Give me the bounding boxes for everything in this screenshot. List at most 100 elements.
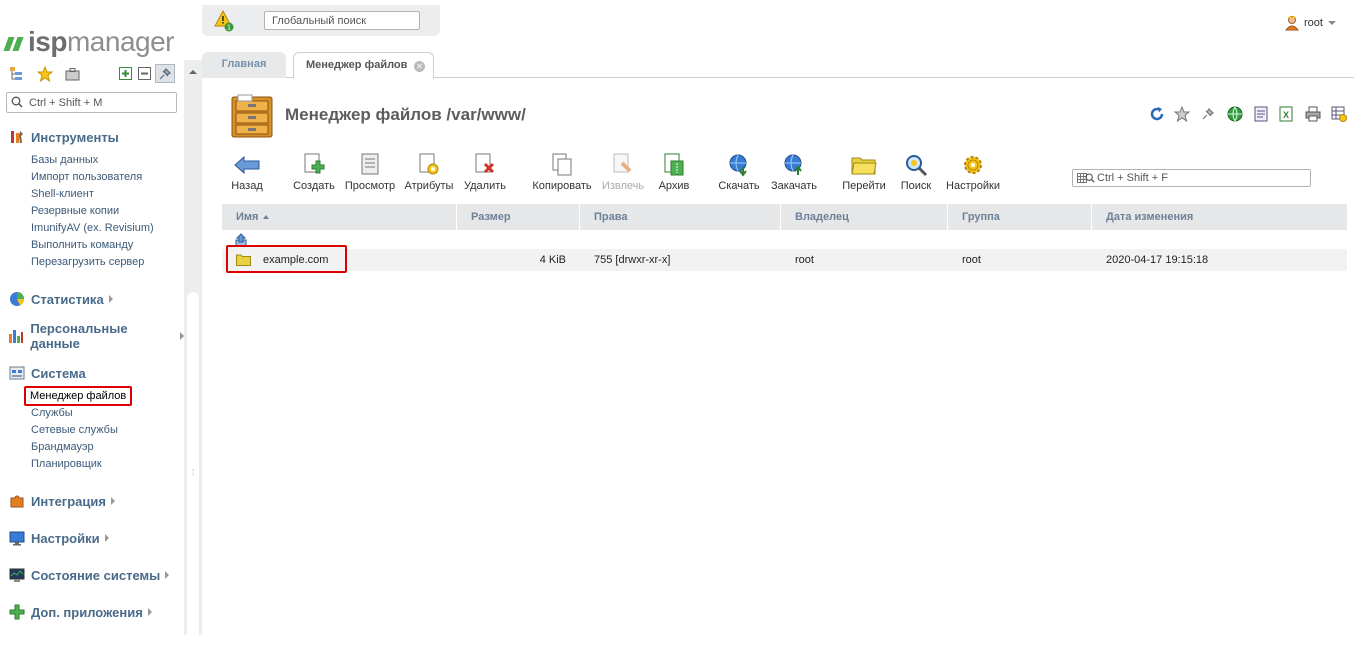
briefcase-icon[interactable]	[64, 65, 81, 82]
button-label: Закачать	[770, 180, 818, 192]
sidebar-scrollbar[interactable]: ⁞	[184, 60, 202, 656]
pin-icon[interactable]	[155, 64, 175, 83]
sidebar-item-reboot-server[interactable]: Перезагрузить сервер	[8, 254, 184, 271]
menu-search-field[interactable]	[6, 92, 177, 113]
sidebar-item-shell-client[interactable]: Shell-клиент	[8, 186, 184, 203]
download-icon	[729, 154, 747, 177]
alert-count-badge: 1	[227, 25, 231, 32]
sidebar: ispmanager Инструменты Базы да	[0, 0, 184, 635]
table-filter-input[interactable]	[1097, 171, 1302, 185]
delete-icon	[475, 153, 495, 174]
column-header-modified[interactable]: Дата изменения	[1092, 204, 1347, 230]
table-header: Имя Размер Права Владелец Группа Дата из…	[222, 204, 1347, 230]
column-header-name[interactable]: Имя	[222, 204, 457, 230]
tab-label: Главная	[221, 58, 267, 70]
sidebar-item-databases[interactable]: Базы данных	[8, 152, 184, 169]
modified-cell: 2020-04-17 19:15:18	[1106, 254, 1209, 266]
button-label: Поиск	[900, 180, 932, 192]
table-settings-icon[interactable]	[1330, 105, 1348, 123]
column-header-size[interactable]: Размер	[457, 204, 580, 230]
button-label: Архив	[658, 180, 690, 192]
refresh-icon[interactable]	[1148, 105, 1166, 123]
excel-export-icon[interactable]: X	[1277, 105, 1295, 123]
top-bar: 1	[202, 5, 440, 36]
search-button[interactable]: Поиск	[898, 152, 934, 196]
search-icon	[11, 96, 23, 108]
copy-button[interactable]: Копировать	[531, 152, 593, 196]
name-cell[interactable]: example.com	[222, 245, 457, 273]
menu-group-header[interactable]: Интеграция	[8, 492, 184, 510]
scroll-up-arrow-icon[interactable]	[189, 70, 197, 74]
sidebar-item-imunifyav[interactable]: ImunifyAV (ex. Revisium)	[8, 220, 184, 237]
table-filter-field[interactable]	[1072, 169, 1311, 187]
column-header-permissions[interactable]: Права	[580, 204, 781, 230]
star-icon[interactable]	[36, 65, 53, 82]
column-header-group[interactable]: Группа	[948, 204, 1092, 230]
sidebar-item-import-user[interactable]: Импорт пользователя	[8, 169, 184, 186]
goto-button[interactable]: Перейти	[840, 152, 888, 196]
menu-group-header[interactable]: Персональные данные	[8, 321, 184, 351]
menu-search-input[interactable]	[29, 95, 174, 110]
table-row[interactable]: example.com 4 KiB 755 [drwxr-xr-x] root …	[222, 245, 1347, 273]
gear-icon	[964, 156, 982, 174]
warning-alert-icon[interactable]: 1	[214, 9, 234, 32]
folder-icon	[851, 157, 877, 175]
document-icon[interactable]	[1252, 105, 1270, 123]
user-menu[interactable]: root	[1285, 14, 1336, 32]
sidebar-item-file-manager[interactable]: Менеджер файлов	[8, 386, 184, 406]
menu-group-title: Статистика	[31, 291, 104, 307]
copy-icon	[552, 153, 572, 176]
menu-group-extra-apps: Доп. приложения	[8, 603, 184, 621]
isp-manager-logo[interactable]: isp manager	[3, 26, 174, 57]
archive-button[interactable]: Архив	[656, 152, 692, 196]
magnifier-icon	[906, 155, 928, 177]
pin-icon[interactable]	[1199, 105, 1217, 123]
menu-group-header[interactable]: Статистика	[8, 290, 184, 308]
tab-label: Менеджер файлов	[306, 59, 408, 71]
collapse-all-icon[interactable]	[136, 65, 153, 82]
download-button[interactable]: Скачать	[718, 152, 760, 196]
file-name[interactable]: example.com	[263, 249, 328, 271]
upload-button[interactable]: Закачать	[769, 152, 819, 196]
chevron-down-icon	[1327, 21, 1336, 25]
delete-button[interactable]: Удалить	[463, 152, 507, 196]
menu-group-system-status: Состояние системы	[8, 566, 184, 584]
tab-file-manager[interactable]: Менеджер файлов ✕	[293, 52, 434, 79]
expand-all-icon[interactable]	[117, 65, 134, 82]
sidebar-item-services[interactable]: Службы	[8, 405, 184, 422]
sidebar-item-scheduler[interactable]: Планировщик	[8, 456, 184, 473]
tree-view-icon[interactable]	[8, 65, 25, 82]
menu-group-title: Персональные данные	[30, 321, 128, 351]
favorite-star-icon[interactable]	[1173, 105, 1191, 123]
sidebar-item-backups[interactable]: Резервные копии	[8, 203, 184, 220]
create-button[interactable]: Создать	[291, 152, 337, 196]
attributes-button[interactable]: Атрибуты	[404, 152, 454, 196]
column-header-owner[interactable]: Владелец	[781, 204, 948, 230]
sidebar-item-run-command[interactable]: Выполнить команду	[8, 237, 184, 254]
menu-group-header[interactable]: Система	[8, 364, 184, 382]
tab-home[interactable]: Главная	[202, 52, 286, 78]
menu-group-header[interactable]: Состояние системы	[8, 566, 184, 584]
chevron-right-icon	[165, 571, 170, 579]
view-button[interactable]: Просмотр	[344, 152, 396, 196]
permissions-cell: 755 [drwxr-xr-x]	[594, 254, 671, 266]
globe-check-icon[interactable]	[1226, 105, 1244, 123]
parent-directory-row[interactable]	[222, 230, 1347, 249]
global-search-input[interactable]	[264, 11, 420, 30]
menu-group-header[interactable]: Доп. приложения	[8, 603, 184, 621]
menu-group-header[interactable]: Инструменты	[8, 128, 184, 146]
print-icon[interactable]	[1304, 105, 1322, 123]
settings-button[interactable]: Настройки	[946, 152, 1000, 196]
close-tab-icon[interactable]: ✕	[414, 61, 425, 72]
archive-icon	[664, 153, 684, 176]
green-plus-icon	[8, 604, 25, 620]
back-button[interactable]: Назад	[228, 152, 266, 196]
user-avatar-icon	[1285, 15, 1299, 31]
button-label: Атрибуты	[404, 180, 454, 192]
menu-group-header[interactable]: Настройки	[8, 529, 184, 547]
sidebar-item-network-services[interactable]: Сетевые службы	[8, 422, 184, 439]
extract-button[interactable]: Извлечь	[600, 152, 646, 196]
splitter-grip-icon[interactable]: ⁞	[192, 468, 194, 477]
back-arrow-icon	[234, 156, 260, 174]
sidebar-item-firewall[interactable]: Брандмауэр	[8, 439, 184, 456]
